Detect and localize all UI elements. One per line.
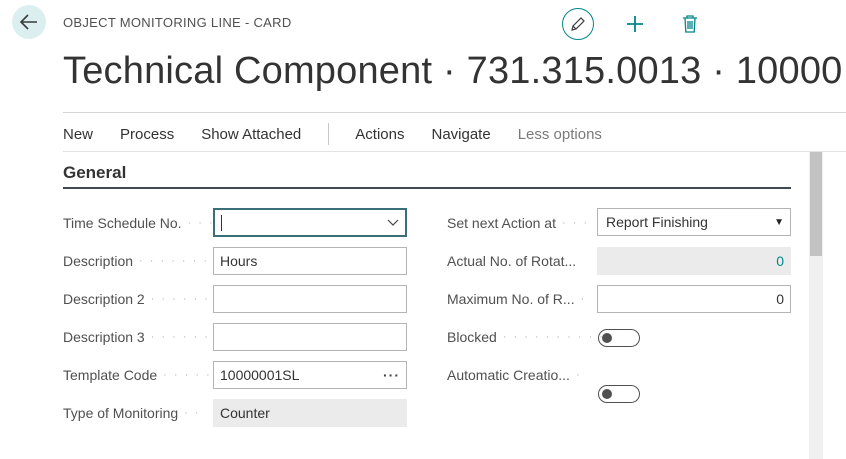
description-label: Description · · · · · · · · [63,253,220,269]
page-caption: OBJECT MONITORING LINE - CARD [63,15,292,30]
navigate-menu[interactable]: Navigate [431,126,490,143]
description-3-label: Description 3 · · · · · · [63,329,210,345]
delete-button[interactable] [674,8,706,40]
back-button[interactable] [12,5,46,39]
description-2-field[interactable] [213,285,407,313]
description-field[interactable]: Hours [213,247,407,275]
blocked-toggle[interactable] [598,329,640,347]
template-code-label: Template Code · · · · · [63,367,212,383]
add-button[interactable] [619,8,651,40]
edit-button[interactable] [562,8,594,40]
toggle-knob [602,388,612,399]
arrow-left-icon [20,14,37,30]
less-options-action[interactable]: Less options [518,126,602,143]
actions-menu[interactable]: Actions [355,126,404,143]
group-title-general[interactable]: General [63,163,126,183]
text-caret [221,214,222,231]
actual-no-rotations-label: Actual No. of Rotat... [447,253,577,269]
type-of-monitoring-label: Type of Monitoring · · [63,405,201,421]
set-next-action-at-label: Set next Action at · · · [447,215,590,231]
description-3-field[interactable] [213,323,407,351]
blocked-label: Blocked · · · · · · · · · · [447,329,605,345]
action-bar: New Process Show Attached Actions Naviga… [63,122,629,146]
actual-no-rotations-value[interactable]: 0 [597,247,791,275]
group-divider [63,187,791,189]
dropdown-arrow-icon: ▼ [774,216,784,228]
action-divider [63,151,846,152]
trash-icon [683,15,697,33]
set-next-action-at-select[interactable]: Report Finishing ▼ [597,208,791,236]
automatic-creation-toggle[interactable] [598,385,640,403]
automatic-creation-label: Automatic Creatio... · [447,367,582,383]
pencil-icon [571,17,585,31]
time-schedule-no-label: Time Schedule No. · · · [63,215,215,231]
plus-icon [627,16,643,32]
action-separator [328,123,330,145]
description-2-label: Description 2 · · · · · · [63,291,210,307]
process-action[interactable]: Process [120,126,174,143]
scrollbar-thumb[interactable] [810,152,822,256]
maximum-no-label: Maximum No. of R... · [447,291,587,307]
time-schedule-no-field[interactable] [213,208,407,237]
new-action[interactable]: New [63,126,93,143]
type-of-monitoring-value: Counter [213,399,407,427]
page-title: Technical Component · 731.315.0013 · 100… [63,50,843,92]
chevron-down-icon[interactable] [387,219,399,227]
template-code-field[interactable]: 10000001SL ··· [213,361,407,389]
lookup-ellipsis-icon[interactable]: ··· [383,367,400,383]
title-divider [63,112,846,113]
show-attached-action[interactable]: Show Attached [201,126,301,143]
toggle-knob [602,332,612,343]
maximum-no-field[interactable]: 0 [597,285,791,313]
